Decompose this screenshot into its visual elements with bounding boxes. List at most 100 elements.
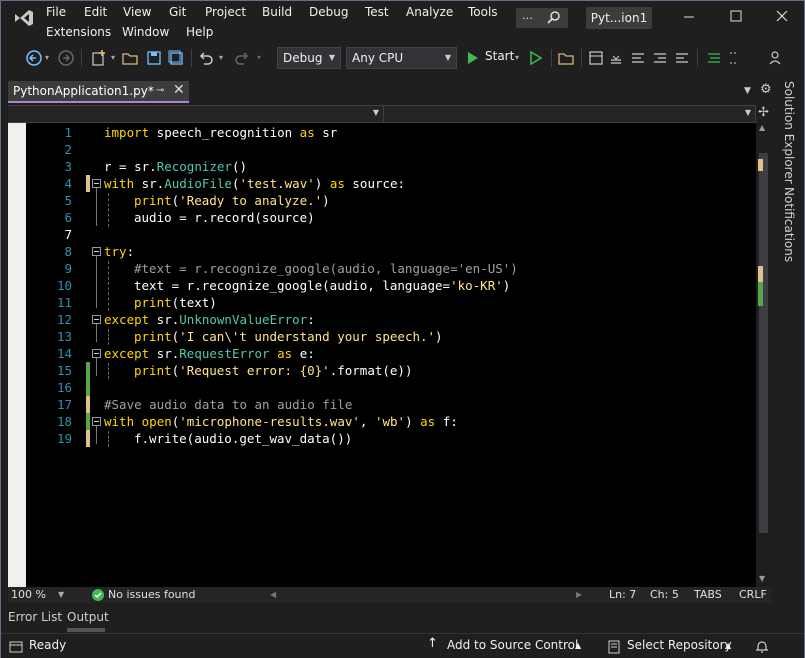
visual-studio-logo-icon[interactable] bbox=[13, 8, 35, 28]
tab-error-list[interactable]: Error List bbox=[8, 610, 62, 624]
comment-icon[interactable] bbox=[629, 48, 647, 68]
start-button[interactable]: Start bbox=[485, 49, 514, 69]
chevron-down-icon: ▼ bbox=[744, 108, 751, 117]
format-icon[interactable] bbox=[609, 48, 623, 68]
tab-python-application[interactable]: PythonApplication1.py* ⊸ ✕ bbox=[8, 81, 189, 103]
change-marker bbox=[86, 175, 90, 192]
code-editor[interactable]: 1 import speech_recognition as sr 2 3 r … bbox=[8, 123, 756, 587]
menu-edit[interactable]: Edit bbox=[84, 5, 107, 19]
add-to-source-control-button[interactable]: Add to Source Control bbox=[447, 638, 578, 652]
toolbar-separator bbox=[81, 49, 82, 67]
redo-dropdown-icon[interactable]: ▾ bbox=[257, 53, 261, 73]
menu-file[interactable]: File bbox=[46, 5, 66, 19]
project-badge[interactable]: Pyt...ion1 bbox=[586, 7, 652, 29]
menu-view[interactable]: View bbox=[123, 5, 151, 19]
close-window-icon[interactable] bbox=[775, 9, 789, 23]
menu-help[interactable]: Help bbox=[186, 25, 213, 39]
collapse-icon[interactable] bbox=[92, 247, 101, 256]
indent-icon[interactable] bbox=[651, 48, 669, 68]
platform-dropdown[interactable]: Any CPU ▼ bbox=[346, 47, 457, 69]
bookmark-list-icon[interactable] bbox=[705, 48, 723, 68]
tabs-indicator[interactable]: TABS bbox=[694, 588, 722, 601]
start-dropdown-icon[interactable]: ▾ bbox=[515, 53, 519, 73]
menu-git[interactable]: Git bbox=[169, 5, 186, 19]
menu-analyze[interactable]: Analyze bbox=[406, 5, 453, 19]
collapse-icon[interactable] bbox=[92, 315, 101, 324]
search-box[interactable]: … bbox=[516, 8, 568, 28]
menu-test[interactable]: Test bbox=[365, 5, 389, 19]
menu-debug[interactable]: Debug bbox=[309, 5, 348, 19]
code-line: 3 r = sr.Recognizer() bbox=[8, 158, 756, 175]
split-editor-icon[interactable]: ✢ bbox=[758, 105, 769, 120]
start-without-debugging-icon[interactable] bbox=[528, 48, 544, 68]
line-number: 13 bbox=[56, 329, 72, 344]
zoom-dropdown-icon[interactable]: ▼ bbox=[58, 590, 64, 599]
fold-line bbox=[96, 324, 97, 342]
scope-dropdown[interactable]: ▼ bbox=[8, 106, 384, 122]
select-repository-button[interactable]: Select Repository bbox=[627, 638, 732, 652]
check-circle-icon bbox=[92, 589, 104, 601]
scroll-down-icon[interactable]: ▼ bbox=[759, 574, 765, 583]
hscroll-right-icon[interactable]: ▶ bbox=[576, 590, 582, 599]
vertical-scrollbar[interactable]: ▲ ▼ bbox=[756, 123, 771, 587]
settings-gear-icon[interactable]: ⚙ bbox=[760, 82, 772, 97]
forward-icon[interactable] bbox=[57, 48, 75, 68]
issues-status[interactable]: No issues found bbox=[108, 588, 195, 601]
open-folder-icon[interactable] bbox=[121, 48, 139, 68]
maximize-icon[interactable] bbox=[729, 9, 743, 23]
change-marker bbox=[86, 362, 90, 379]
pin-icon[interactable]: ⊸ bbox=[156, 85, 164, 96]
editor-status-bar: 100 % ▼ No issues found ◀ ▶ Ln: 7 Ch: 5 … bbox=[8, 587, 771, 603]
toolbar-overflow-icon[interactable] bbox=[727, 48, 741, 68]
status-bar: Ready ↑ Add to Source Control ▲ Select R… bbox=[1, 633, 804, 658]
notifications-tab[interactable]: Notifications bbox=[782, 187, 796, 262]
outdent-icon[interactable] bbox=[673, 48, 691, 68]
code-line: 7 bbox=[8, 226, 756, 243]
undo-dropdown-icon[interactable]: ▾ bbox=[219, 53, 223, 73]
column-indicator[interactable]: Ch: 5 bbox=[650, 588, 679, 601]
redo-icon[interactable] bbox=[233, 48, 251, 68]
undo-icon[interactable] bbox=[197, 48, 215, 68]
close-tab-icon[interactable]: ✕ bbox=[173, 82, 185, 98]
menu-project[interactable]: Project bbox=[205, 5, 246, 19]
code-line: 15 print('Request error: {0}'.format(e)) bbox=[8, 362, 756, 379]
configuration-dropdown[interactable]: Debug ▼ bbox=[277, 47, 341, 69]
back-icon[interactable] bbox=[25, 48, 43, 68]
collapse-icon[interactable] bbox=[92, 179, 101, 188]
browse-folder-icon[interactable] bbox=[557, 48, 575, 68]
minimize-icon[interactable] bbox=[682, 9, 696, 23]
layout-icon[interactable] bbox=[587, 48, 605, 68]
menu-extensions[interactable]: Extensions bbox=[46, 25, 111, 39]
save-icon[interactable] bbox=[145, 48, 163, 68]
hscroll-left-icon[interactable]: ◀ bbox=[270, 590, 276, 599]
menu-tools[interactable]: Tools bbox=[468, 5, 498, 19]
collapse-icon[interactable] bbox=[92, 349, 101, 358]
notification-bell-icon[interactable] bbox=[755, 639, 769, 654]
tab-list-dropdown-icon[interactable]: ▼ bbox=[744, 86, 751, 96]
chevron-down-icon: ▼ bbox=[328, 53, 335, 62]
menu-window[interactable]: Window bbox=[122, 25, 169, 39]
code-line: 4 with sr.AudioFile('test.wav') as sourc… bbox=[8, 175, 756, 192]
new-dropdown-icon[interactable]: ▾ bbox=[111, 53, 115, 73]
live-share-icon[interactable] bbox=[767, 48, 785, 68]
menu-build[interactable]: Build bbox=[262, 5, 292, 19]
code-line: 12 except sr.UnknownValueError: bbox=[8, 311, 756, 328]
tab-output[interactable]: Output bbox=[67, 610, 109, 624]
line-indicator[interactable]: Ln: 7 bbox=[609, 588, 636, 601]
scroll-thumb[interactable] bbox=[759, 153, 768, 533]
solution-explorer-tab[interactable]: Solution Explorer bbox=[782, 81, 796, 184]
start-play-icon[interactable] bbox=[465, 48, 481, 68]
back-dropdown-icon[interactable]: ▾ bbox=[45, 53, 49, 73]
new-project-icon[interactable] bbox=[89, 48, 109, 68]
member-dropdown[interactable]: ▼ bbox=[384, 106, 756, 122]
save-all-icon[interactable] bbox=[167, 48, 185, 68]
scroll-up-icon[interactable]: ▲ bbox=[759, 123, 765, 132]
line-ending-indicator[interactable]: CRLF bbox=[739, 588, 767, 601]
active-tab-indicator bbox=[67, 628, 105, 632]
line-number: 19 bbox=[56, 431, 72, 446]
code-line: 10 text = r.recognize_google(audio, lang… bbox=[8, 277, 756, 294]
change-marker bbox=[86, 396, 90, 413]
toolbar: ▾ ▾ ▾ ▾ Debug ▼ Any CPU ▼ Start ▾ bbox=[1, 43, 804, 73]
collapse-icon[interactable] bbox=[92, 417, 101, 426]
zoom-level[interactable]: 100 % bbox=[11, 588, 46, 601]
